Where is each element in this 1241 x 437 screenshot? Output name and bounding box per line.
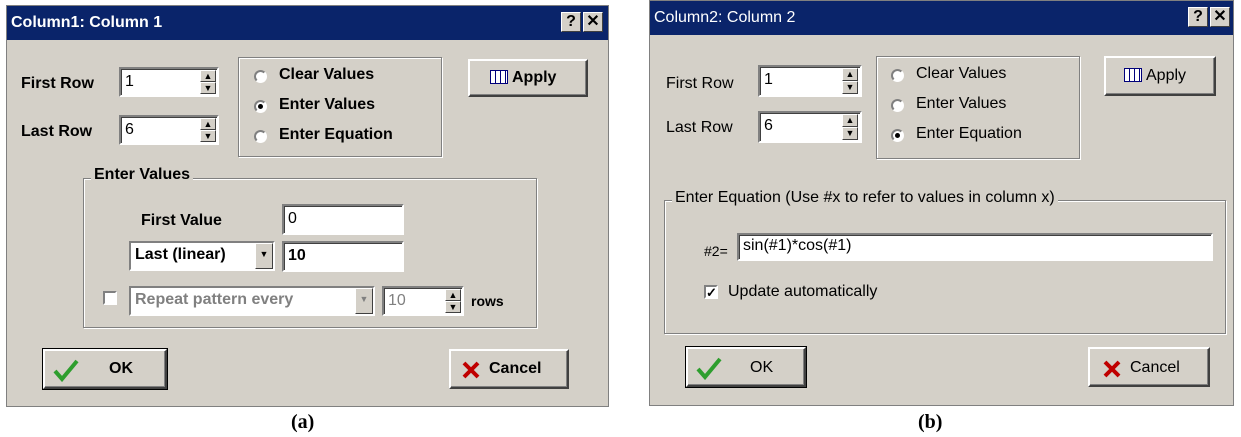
spin-down-icon[interactable]: ▼ — [842, 81, 858, 94]
checkmark-icon — [53, 359, 79, 382]
spin-down-icon: ▼ — [445, 301, 461, 313]
last-mode-select[interactable]: Last (linear) ▼ — [129, 241, 275, 271]
update-label[interactable]: Update automatically — [728, 283, 877, 301]
ok-button[interactable]: OK — [42, 348, 168, 390]
first-row-spinner[interactable]: ▲ ▼ — [200, 70, 216, 94]
spin-up-icon: ▲ — [445, 289, 461, 301]
radio-equation-label[interactable]: Enter Equation — [916, 125, 1022, 143]
ok-label: OK — [109, 360, 133, 377]
spin-down-icon[interactable]: ▼ — [200, 82, 216, 94]
checkmark-icon — [696, 357, 722, 380]
enter-values-group-title: Enter Values — [91, 166, 194, 184]
close-button[interactable]: ✕ — [583, 12, 603, 32]
chevron-down-icon[interactable]: ▼ — [255, 243, 273, 269]
window-title: Column2: Column 2 — [654, 9, 796, 26]
equation-label: #2= — [704, 243, 728, 259]
apply-label: Apply — [1146, 67, 1187, 84]
title-bar: Column2: Column 2 ? ✕ — [650, 1, 1233, 35]
first-value-label: First Value — [141, 212, 222, 229]
first-row-spinner[interactable]: ▲ ▼ — [842, 68, 858, 94]
caption-b: (b) — [918, 411, 943, 433]
update-checkbox[interactable]: ✓ — [704, 285, 718, 299]
last-row-spinner[interactable]: ▲ ▼ — [200, 118, 216, 142]
window-title: Column1: Column 1 — [11, 14, 163, 31]
last-row-label: Last Row — [21, 123, 93, 140]
red-x-icon — [462, 361, 480, 379]
cancel-label: Cancel — [489, 360, 542, 377]
radio-enter-values[interactable] — [254, 100, 267, 113]
help-button[interactable]: ? — [561, 12, 581, 32]
repeat-pattern-label: Repeat pattern every — [135, 291, 294, 308]
title-bar: Column1: Column 1 ? ✕ — [7, 6, 608, 40]
cancel-button[interactable]: Cancel — [449, 349, 569, 389]
radio-clear-values[interactable] — [254, 70, 267, 83]
first-row-label: First Row — [666, 75, 734, 92]
radio-clear-label[interactable]: Clear Values — [279, 66, 374, 84]
ok-label: OK — [750, 359, 774, 376]
last-row-spinner[interactable]: ▲ ▼ — [842, 114, 858, 140]
red-x-icon — [1103, 360, 1121, 378]
dialog-column1: Column1: Column 1 ? ✕ First Row 1 ▲ ▼ La… — [6, 5, 609, 407]
close-button[interactable]: ✕ — [1210, 7, 1230, 27]
spin-up-icon[interactable]: ▲ — [842, 114, 858, 127]
grid-table-icon — [490, 70, 508, 84]
radio-enter-label[interactable]: Enter Values — [279, 96, 375, 114]
last-value-field[interactable]: 10 — [282, 241, 404, 272]
equation-field[interactable]: sin(#1)*cos(#1) — [737, 233, 1213, 261]
chevron-down-icon: ▼ — [355, 288, 373, 314]
radio-enter-values[interactable] — [891, 99, 904, 112]
repeat-pattern-select: Repeat pattern every ▼ — [129, 286, 375, 316]
spin-down-icon[interactable]: ▼ — [200, 130, 216, 142]
radio-clear-values[interactable] — [891, 69, 904, 82]
first-value-field[interactable]: 0 — [282, 204, 404, 235]
spin-up-icon[interactable]: ▲ — [200, 70, 216, 82]
first-row-label: First Row — [21, 75, 94, 92]
ok-button[interactable]: OK — [685, 346, 807, 388]
repeat-spinner: ▲ ▼ — [445, 289, 461, 313]
cancel-button[interactable]: Cancel — [1088, 347, 1210, 387]
last-mode-value: Last (linear) — [135, 246, 226, 263]
dialog-column2: Column2: Column 2 ? ✕ First Row 1 ▲ ▼ La… — [649, 0, 1234, 406]
radio-equation-label[interactable]: Enter Equation — [279, 126, 393, 144]
spin-down-icon[interactable]: ▼ — [842, 127, 858, 140]
apply-label: Apply — [512, 69, 557, 86]
cancel-label: Cancel — [1130, 359, 1180, 376]
grid-table-icon — [1124, 68, 1142, 82]
enter-equation-group — [664, 200, 1226, 334]
help-button[interactable]: ? — [1188, 7, 1208, 27]
spin-up-icon[interactable]: ▲ — [200, 118, 216, 130]
apply-button[interactable]: Apply — [468, 59, 588, 97]
spin-up-icon[interactable]: ▲ — [842, 68, 858, 81]
caption-a: (a) — [291, 411, 315, 433]
repeat-checkbox[interactable] — [103, 291, 117, 305]
radio-enter-label[interactable]: Enter Values — [916, 95, 1006, 113]
apply-button[interactable]: Apply — [1104, 56, 1216, 96]
last-row-label: Last Row — [666, 119, 733, 136]
radio-clear-label[interactable]: Clear Values — [916, 65, 1006, 83]
radio-enter-equation[interactable] — [254, 130, 267, 143]
rows-label: rows — [471, 293, 504, 309]
enter-equation-group-title: Enter Equation (Use #x to refer to value… — [672, 189, 1058, 207]
radio-enter-equation[interactable] — [891, 129, 904, 142]
